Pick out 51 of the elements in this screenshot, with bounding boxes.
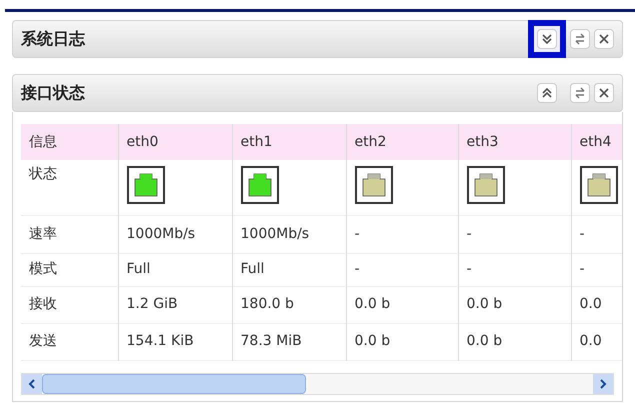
table-cell: 接收 bbox=[21, 286, 118, 323]
table-cell: 180.0 b bbox=[232, 286, 346, 323]
panel-title: 接口状态 bbox=[21, 82, 85, 104]
close-button[interactable] bbox=[594, 83, 614, 103]
table-cell: 0.0 b bbox=[458, 286, 571, 323]
table-cell: 0.0 b bbox=[346, 286, 458, 323]
table-cell: 0.0 bbox=[571, 323, 622, 360]
close-button[interactable] bbox=[594, 29, 614, 49]
table-cell: 1000Mb/s bbox=[232, 215, 346, 253]
table-cell: - bbox=[571, 253, 622, 286]
table-header-cell: 信息 bbox=[21, 124, 118, 160]
refresh-button[interactable] bbox=[570, 29, 590, 49]
table-cell: Full bbox=[118, 253, 232, 286]
table-cell: 0.0 b bbox=[346, 323, 458, 360]
scroll-right-button[interactable] bbox=[593, 374, 613, 394]
swap-arrows-icon bbox=[574, 87, 586, 99]
table-cell: 发送 bbox=[21, 323, 118, 360]
table-cell: 状态 bbox=[21, 160, 118, 215]
table-header-cell: eth3 bbox=[458, 124, 571, 160]
table-cell: 0.0 bbox=[571, 286, 622, 323]
table-cell: 0.0 b bbox=[458, 323, 571, 360]
collapse-button[interactable] bbox=[537, 83, 557, 103]
collapse-button[interactable] bbox=[537, 29, 557, 49]
table-cell: 模式 bbox=[21, 253, 118, 286]
table-header-cell: eth1 bbox=[232, 124, 346, 160]
table-cell: - bbox=[571, 215, 622, 253]
table-cell: 78.3 MiB bbox=[232, 323, 346, 360]
table-cell: 154.1 KiB bbox=[118, 323, 232, 360]
table-cell: - bbox=[458, 215, 571, 253]
table-cell: 1.2 GiB bbox=[118, 286, 232, 323]
refresh-button[interactable] bbox=[570, 83, 590, 103]
double-chevron-down-icon bbox=[541, 33, 553, 45]
table-cell: - bbox=[458, 253, 571, 286]
panel-title: 系统日志 bbox=[21, 28, 85, 50]
table-header-cell: eth4 bbox=[571, 124, 622, 160]
chevron-left-icon bbox=[28, 378, 36, 388]
chevron-right-icon bbox=[599, 378, 607, 388]
scroll-thumb[interactable] bbox=[42, 374, 306, 394]
table-cell: - bbox=[346, 253, 458, 286]
horizontal-scrollbar[interactable] bbox=[21, 372, 614, 394]
close-icon bbox=[598, 33, 610, 45]
close-icon bbox=[598, 87, 610, 99]
table-cell: 1000Mb/s bbox=[118, 215, 232, 253]
scroll-left-button[interactable] bbox=[22, 374, 42, 394]
table-cell: Full bbox=[232, 253, 346, 286]
table-header-cell: eth0 bbox=[118, 124, 232, 160]
table-header-cell: eth2 bbox=[346, 124, 458, 160]
table-cell: - bbox=[346, 215, 458, 253]
table-cell: 速率 bbox=[21, 215, 118, 253]
double-chevron-up-icon bbox=[541, 87, 553, 99]
swap-arrows-icon bbox=[574, 33, 586, 45]
